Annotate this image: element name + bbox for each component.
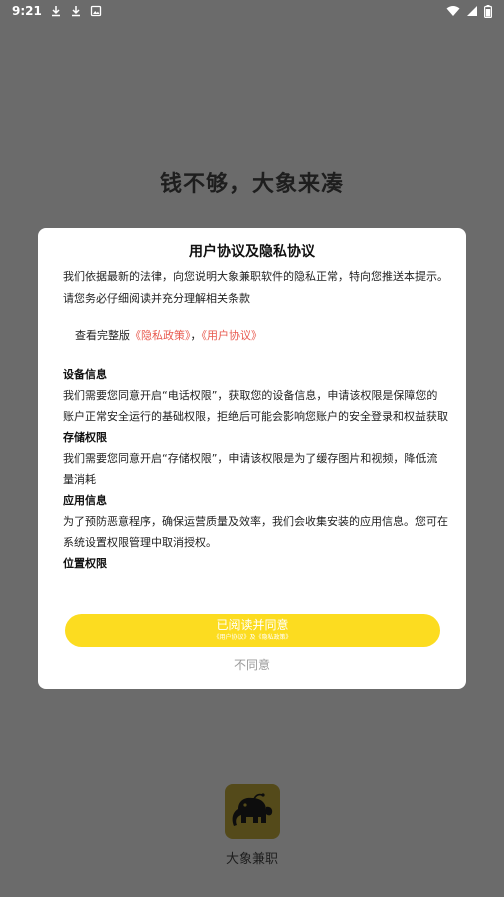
section-title: 应用信息 xyxy=(63,494,107,507)
battery-icon xyxy=(484,4,492,18)
slogan: 钱不够，大象来凑 xyxy=(159,172,344,197)
privacy-policy-link[interactable]: 《隐私政策》 xyxy=(130,329,191,342)
signal-icon xyxy=(467,6,477,16)
status-time: 9:21 xyxy=(12,4,42,18)
user-agreement-link[interactable]: 《用户协议》 xyxy=(202,329,263,342)
status-bar: 9:21 xyxy=(0,0,504,22)
section-title: 设备信息 xyxy=(63,368,107,381)
status-left: 9:21 xyxy=(12,4,102,18)
privacy-dialog: 用户协议及隐私协议 我们依据最新的法律，向您说明大象兼职软件的隐私正常，特向您推… xyxy=(38,228,466,689)
agree-button-label: 已阅读并同意 xyxy=(216,618,289,632)
app-name: 大象兼职 xyxy=(225,852,278,867)
status-right xyxy=(446,4,492,18)
elephant-icon xyxy=(232,792,272,826)
policy-links: 查看完整版《隐私政策》，《用户协议》 xyxy=(75,326,262,346)
agree-button-sublabel: 《用户协议》及《隐私政策》 xyxy=(213,634,292,641)
section-title: 位置权限 xyxy=(63,557,107,570)
download-icon xyxy=(51,6,60,17)
section-body: 我们需要您同意开启“电话权限”，获取您的设备信息，申请该权限是保障您的账户正常安… xyxy=(63,389,448,423)
app-logo xyxy=(225,784,280,839)
section-body: 为了预防恶意程序，确保运营质量及效率，我们会收集安装的应用信息。您可在系统设置权… xyxy=(63,515,448,549)
download-icon xyxy=(71,6,80,17)
section-title: 存储权限 xyxy=(63,431,107,444)
dialog-title: 用户协议及隐私协议 xyxy=(189,244,315,260)
links-prefix: 查看完整版 xyxy=(75,329,130,342)
image-notification-icon xyxy=(90,5,102,17)
wifi-icon xyxy=(446,6,460,16)
links-separator: ， xyxy=(190,329,202,342)
agree-button[interactable]: 已阅读并同意 《用户协议》及《隐私政策》 xyxy=(65,614,440,647)
section-body: 我们需要您同意开启“存储权限”，申请该权限是为了缓存图片和视频，降低流量消耗 xyxy=(63,452,438,486)
dialog-intro: 我们依据最新的法律，向您说明大象兼职软件的隐私正常，特向您推送本提示。请您务必仔… xyxy=(63,270,448,305)
permissions-scroll-area[interactable]: 设备信息 我们需要您同意开启“电话权限”，获取您的设备信息，申请该权限是保障您的… xyxy=(63,364,448,586)
disagree-button[interactable]: 不同意 xyxy=(38,656,466,673)
